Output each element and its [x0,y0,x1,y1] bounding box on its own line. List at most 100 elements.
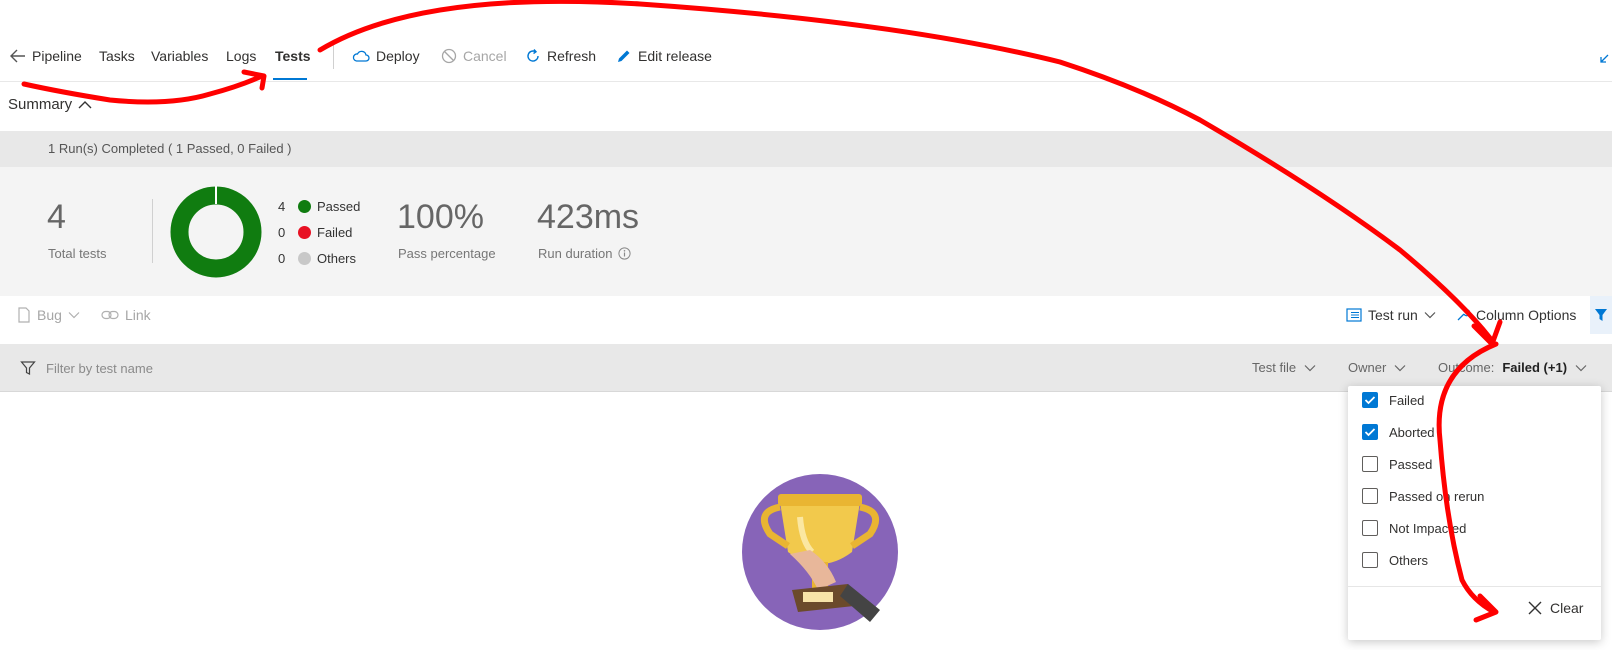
document-icon [17,307,31,323]
donut-passed-segment [170,186,262,278]
checkbox-checked-icon[interactable] [1362,424,1378,440]
deploy-label: Deploy [376,48,420,64]
link-button[interactable]: Link [101,307,151,323]
legend-passed-label: Passed [317,199,361,214]
filter-solid-icon [1595,309,1607,321]
chevron-down-icon [1575,364,1587,372]
annotation-arrowhead-outcome [1471,319,1503,347]
filter-by-name-input[interactable]: Filter by test name [20,360,153,376]
info-icon[interactable] [618,247,632,260]
option-not-impacted[interactable]: Not Impacted [1362,518,1466,538]
pencil-icon [616,48,632,64]
tab-variables[interactable]: Variables [151,48,208,64]
stats-divider [152,199,153,263]
list-icon [1346,308,1362,322]
legend-passed-count: 4 [278,199,286,214]
active-tab-indicator [273,78,307,80]
checkbox-unchecked-icon[interactable] [1362,456,1378,472]
outcome-filter[interactable]: Outcome: Failed (+1) [1438,360,1587,375]
legend-failed-label: Failed [317,225,353,240]
tab-tasks[interactable]: Tasks [99,48,135,64]
column-options-button[interactable]: Column Options [1456,307,1576,323]
chevron-down-icon [1424,311,1436,319]
cloud-icon [352,50,370,62]
tab-logs[interactable]: Logs [226,48,256,64]
close-icon [1528,601,1542,615]
option-label: Failed [1389,392,1425,408]
test-file-label: Test file [1252,360,1297,375]
dropdown-divider [1348,586,1601,587]
deploy-button[interactable]: Deploy [352,48,420,64]
option-label: Not Impacted [1389,520,1467,536]
edit-release-label: Edit release [638,48,712,64]
top-nav: Pipeline Tasks Variables Logs Tests Depl… [0,0,1612,82]
link-icon [101,310,119,320]
option-passed[interactable]: Passed [1362,454,1432,474]
tab-tests[interactable]: Tests [275,48,311,64]
chevron-up-icon [78,100,92,109]
legend-failed-count: 0 [278,225,286,240]
option-label: Aborted [1389,424,1435,440]
checkbox-checked-icon[interactable] [1362,392,1378,408]
legend-passed: 4 Passed [278,199,360,214]
checkbox-unchecked-icon[interactable] [1362,552,1378,568]
funnel-icon [20,360,36,376]
chevron-down-icon [1304,364,1316,372]
clear-label: Clear [1550,600,1584,616]
passed-dot-icon [298,200,311,213]
pass-percentage-label: Pass percentage [398,246,496,261]
total-tests-value: 4 [47,198,66,236]
refresh-button[interactable]: Refresh [525,48,596,64]
column-options-label: Column Options [1476,307,1577,323]
legend-others-label: Others [317,251,357,266]
back-to-pipeline-link[interactable]: Pipeline [10,48,82,64]
chevron-down-icon [68,311,80,319]
outcome-dropdown: Failed Aborted Passed Passed on rerun No… [1348,386,1601,640]
summary-title: Summary [8,96,73,113]
arrow-left-icon [10,49,26,63]
checkbox-unchecked-icon[interactable] [1362,520,1378,536]
test-file-filter[interactable]: Test file [1252,360,1316,375]
pipeline-label: Pipeline [32,48,82,64]
option-label: Passed on rerun [1389,488,1485,504]
outcome-label: Outcome: [1438,360,1495,375]
option-others[interactable]: Others [1362,550,1428,570]
option-failed[interactable]: Failed [1362,390,1424,410]
total-tests-label: Total tests [48,246,107,261]
wrench-icon [1456,308,1470,322]
bug-label: Bug [37,307,62,323]
link-label: Link [125,307,151,323]
run-duration-label: Run duration [538,246,613,261]
option-passed-on-rerun[interactable]: Passed on rerun [1362,486,1484,506]
runs-summary-text: 1 Run(s) Completed ( 1 Passed, 0 Failed … [48,141,292,156]
expand-icon[interactable] [1600,50,1612,64]
trophy-illustration [742,474,898,630]
failed-dot-icon [298,226,311,239]
others-dot-icon [298,252,311,265]
cancel-label: Cancel [463,48,507,64]
option-aborted[interactable]: Aborted [1362,422,1435,442]
owner-label: Owner [1348,360,1387,375]
checkbox-unchecked-icon[interactable] [1362,488,1378,504]
legend-others: 0 Others [278,251,356,266]
run-duration-value: 423ms [537,198,640,236]
outcome-donut-chart [170,186,262,278]
cancel-circle-icon [441,48,457,64]
nav-divider [333,45,334,69]
summary-toggle[interactable]: Summary [8,96,92,113]
edit-release-button[interactable]: Edit release [616,48,712,64]
test-run-label: Test run [1368,307,1418,323]
test-run-dropdown[interactable]: Test run [1346,307,1436,323]
cancel-button[interactable]: Cancel [441,48,507,64]
pass-percentage-value: 100% [397,198,484,236]
bug-button[interactable]: Bug [17,307,80,323]
option-label: Others [1389,552,1429,568]
filter-placeholder: Filter by test name [46,360,153,376]
clear-button[interactable]: Clear [1528,600,1583,616]
legend-others-count: 0 [278,251,286,266]
filter-toggle-button[interactable] [1590,296,1612,334]
refresh-icon [525,48,541,64]
owner-filter[interactable]: Owner [1348,360,1406,375]
refresh-label: Refresh [547,48,597,64]
outcome-value: Failed (+1) [1502,360,1568,375]
